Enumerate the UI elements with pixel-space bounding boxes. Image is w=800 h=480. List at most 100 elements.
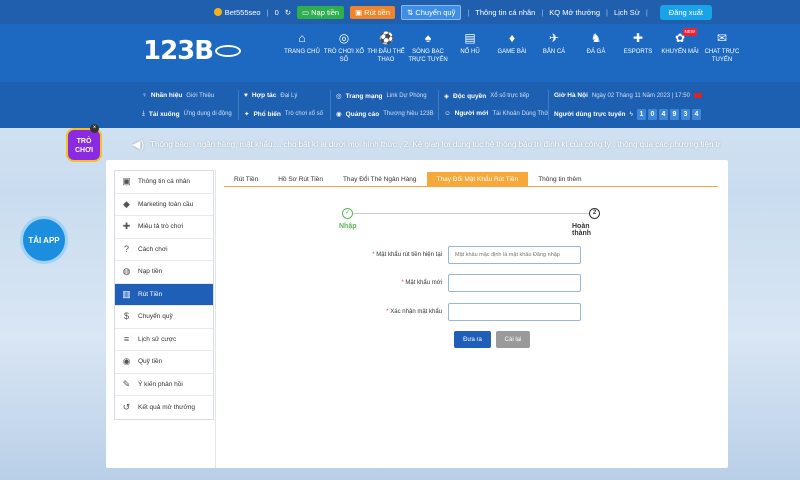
games-promo-label: TRÒ CHƠI	[74, 138, 94, 154]
popular-row[interactable]: ✦ Phổ biến Trò chơi xổ số	[244, 110, 323, 119]
sidebar-item[interactable]: ◉ Quỹ tiền	[115, 351, 213, 374]
coop-value: Đại Lý	[280, 92, 298, 99]
download-app-button[interactable]: TẢI APP	[20, 216, 68, 264]
games-promo-badge[interactable]: TRÒ CHƠI	[66, 128, 102, 162]
nav-item[interactable]: ♠ SÒNG BẠC TRỰC TUYẾN	[407, 32, 449, 64]
globe-icon: ◎	[336, 93, 342, 100]
ads-row[interactable]: ◉ Quảng cáo Thương hiệu 123B	[336, 110, 434, 119]
refresh-icon[interactable]: ↻	[285, 8, 291, 17]
current-password-field[interactable]	[448, 246, 581, 264]
cards-icon: ♦	[508, 31, 516, 45]
transfer-button[interactable]: ⇅ Chuyển quỹ	[401, 4, 462, 20]
help-icon: ?	[123, 243, 129, 254]
coin-icon	[213, 8, 222, 16]
download-key: Tải xuống	[148, 110, 180, 118]
new-password-field[interactable]	[448, 274, 581, 292]
confirm-password-row: * Xác nhận mật khẩu	[346, 303, 581, 321]
sidebar-item-label: Rút Tiền	[138, 290, 163, 298]
soccer-icon: ⚽	[379, 31, 394, 45]
history-link[interactable]: Lịch Sử	[614, 8, 640, 17]
exclusive-row[interactable]: ◈ Độc quyền Xổ số trực tiếp	[444, 92, 530, 101]
sidebar-item-label: Thông tin cá nhân	[138, 178, 191, 186]
account-panel: ▣ Thông tin cá nhân ◆ Marketing toàn cầu ✚ Mi…	[106, 160, 728, 468]
step-check-icon: ✓	[342, 208, 353, 219]
site-logo[interactable]: 123B	[143, 36, 242, 66]
announcement-marquee: ◀) Thông báo: ı ngân hàng, mật khẩu.... …	[132, 136, 722, 152]
sidebar-item[interactable]: ◍ Nạp tiền	[115, 261, 213, 284]
step-input-label: Nhập	[339, 223, 357, 230]
fish-icon: ✈	[548, 31, 560, 45]
sidebar-item[interactable]: ▣ Thông tin cá nhân	[115, 171, 213, 194]
nav-label: ESPORTS	[623, 49, 653, 55]
feedback-icon: ✎	[122, 378, 131, 389]
nav-item[interactable]: ✉ CHAT TRỰC TUYẾN	[701, 32, 743, 64]
user-info[interactable]: Bet555seo	[213, 8, 261, 17]
deposit-button[interactable]: ▭ Nạp tiền	[297, 5, 345, 19]
brand-value: Giới Thiệu	[186, 92, 215, 99]
network-row[interactable]: ◎ Trang mạng Link Dự Phòng	[336, 92, 427, 101]
newbie-value: Tài Khoản Dùng Thử	[492, 110, 549, 117]
results-link[interactable]: KQ Mở thưởng	[549, 8, 600, 17]
nav-item[interactable]: ▤ NỔ HŨ	[449, 32, 491, 64]
sidebar-item[interactable]: ◆ Marketing toàn cầu	[115, 194, 213, 216]
counter-digit: 1	[636, 109, 646, 120]
online-row: Người dùng trực tuyến ϟ 104934	[554, 109, 701, 120]
vietnam-flag-icon	[693, 93, 702, 98]
sidebar-item-label: Lịch sử cược	[138, 335, 177, 343]
nav-label: ĐÁ GÀ	[586, 49, 606, 55]
nav-label: SÒNG BẠC TRỰC TUYẾN	[408, 49, 448, 63]
nav-item[interactable]: ✚ ESPORTS	[617, 32, 659, 64]
home-icon: ⌂	[298, 31, 306, 45]
transfer-icon: ⇅	[407, 7, 414, 17]
exclusive-value: Xổ số trực tiếp	[490, 93, 530, 99]
nav-item[interactable]: ✿ KHUYẾN MÃI NEW	[659, 28, 701, 64]
time-key: Giờ Hà Nội	[554, 92, 588, 99]
withdraw-button[interactable]: ▣ Rút tiền	[350, 5, 396, 19]
time-value: Ngày 02 Tháng 11 Năm 2023 | 17:50	[591, 92, 690, 99]
sidebar-item[interactable]: ✎ Ý kiến phản hồi	[115, 374, 213, 396]
star-icon: ✦	[244, 111, 250, 118]
tab[interactable]: Hồ Sơ Rút Tiền	[268, 172, 333, 186]
nav-item[interactable]: ◎ TRÒ CHƠI XỔ SỐ	[323, 32, 365, 64]
id-card-icon: ▣	[122, 176, 131, 187]
nav-item[interactable]: ⚽ THI ĐẤU THỂ THAO	[365, 32, 407, 64]
nav-item[interactable]: ✈ BẮN CÁ	[533, 32, 575, 64]
brand-row[interactable]: ♀ Nhãn hiệu Giới Thiệu	[142, 92, 214, 99]
list-icon: ≡	[123, 333, 130, 344]
close-icon[interactable]: ×	[90, 124, 99, 133]
confirm-password-text: Xác nhận mật khẩu	[390, 309, 442, 315]
coop-row[interactable]: ♥ Hợp tác Đại Lý	[244, 92, 297, 99]
tab[interactable]: Thông tin thêm	[528, 172, 591, 186]
newbie-row[interactable]: ☺ Người mới Tài Khoản Dùng Thử	[444, 110, 548, 117]
heart-icon: ♥	[244, 92, 248, 99]
divider	[548, 90, 549, 120]
profile-link[interactable]: Thông tin cá nhân	[475, 8, 535, 17]
sidebar-item[interactable]: ? Cách chơi	[115, 239, 213, 261]
sidebar-item[interactable]: ↺ Kết quả mở thưởng	[115, 396, 213, 419]
tab[interactable]: Thay Đổi Thẻ Ngân Hàng	[333, 172, 427, 186]
sidebar-item-label: Nạp tiền	[138, 268, 163, 276]
sidebar-item[interactable]: $ Chuyển quỹ	[115, 306, 213, 329]
brand-key: Nhãn hiệu	[150, 92, 183, 99]
sidebar-item-label: Chuyển quỹ	[138, 313, 173, 321]
current-password-text: Mật khẩu rút tiền hiện tại	[376, 252, 442, 258]
counter-digit: 4	[691, 109, 701, 120]
reset-button[interactable]: Cài lại	[496, 331, 530, 348]
divider: |	[266, 7, 269, 17]
sidebar-item[interactable]: ▥ Rút Tiền	[115, 283, 213, 306]
nav-item[interactable]: ♞ ĐÁ GÀ	[575, 32, 617, 64]
gamepad-icon: ✚	[632, 31, 644, 45]
newbie-key: Người mới	[454, 110, 489, 117]
nav-item[interactable]: ⌂ TRANG CHỦ	[281, 32, 323, 64]
download-row[interactable]: ⤓ Tải xuống Ứng dụng di động	[142, 110, 232, 118]
submit-button[interactable]: Đưa ra	[454, 331, 491, 348]
sidebar-item[interactable]: ✚ Miêu tả trò chơi	[115, 216, 213, 239]
confirm-password-field[interactable]	[448, 303, 581, 321]
nav-label: CHAT TRỰC TUYẾN	[704, 49, 740, 63]
tab[interactable]: Thay Đổi Mật Khẩu Rút Tiền	[426, 172, 529, 186]
tab[interactable]: Rút Tiền	[224, 172, 268, 186]
logout-button[interactable]: Đăng xuất	[659, 4, 712, 20]
lightbulb-icon: ♀	[142, 92, 147, 99]
sidebar-item[interactable]: ≡ Lịch sử cược	[115, 329, 213, 351]
nav-item[interactable]: ♦ GAME BÀI	[491, 32, 533, 64]
